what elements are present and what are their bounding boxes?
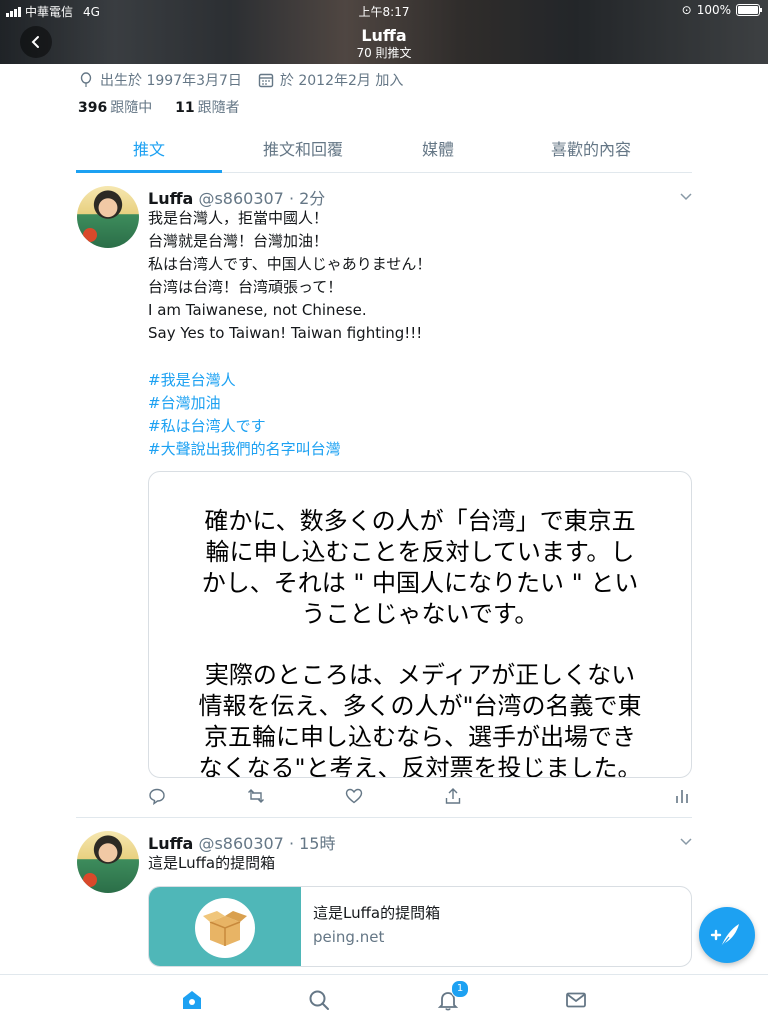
follow-stats: 396 跟隨中 11 跟隨者: [78, 97, 240, 117]
tweet-header: Luffa @s860307 · 2分: [148, 185, 325, 209]
compose-button[interactable]: [699, 907, 755, 963]
link-card[interactable]: 這是Luffa的提問箱 peing.net: [148, 886, 692, 967]
home-icon[interactable]: [181, 989, 203, 1011]
avatar[interactable]: [77, 186, 139, 248]
hashtag-link[interactable]: #我是台灣人: [148, 369, 236, 390]
chevron-down-icon[interactable]: [679, 189, 693, 203]
author-handle-time: @s860307 · 2分: [198, 189, 326, 208]
link-thumbnail: [149, 887, 301, 966]
compose-feather-icon: [710, 924, 739, 948]
share-icon[interactable]: [444, 787, 462, 805]
search-icon[interactable]: [308, 989, 330, 1011]
balloon-icon: [80, 72, 92, 87]
tweet-divider: [76, 817, 692, 818]
status-time: 上午8:17: [358, 5, 410, 19]
header-title: Luffa: [361, 26, 407, 45]
battery-label: 100%: [696, 3, 731, 17]
hashtag-link[interactable]: #大聲說出我們的名字叫台灣: [148, 438, 341, 459]
bottom-navigation: [0, 974, 768, 1025]
tweet-header: Luffa @s860307 · 15時: [148, 830, 335, 854]
followers-count: 11: [175, 100, 195, 116]
link-title: 這是Luffa的提問箱: [313, 904, 441, 922]
hashtag-link[interactable]: #台灣加油: [148, 392, 221, 413]
author-name[interactable]: Luffa: [148, 834, 193, 853]
tab-media[interactable]: 媒體: [386, 128, 490, 172]
calendar-icon: [258, 73, 274, 88]
author-name[interactable]: Luffa: [148, 189, 193, 208]
active-tab-indicator: [76, 170, 222, 173]
profile-tabs: 推文 推文和回覆 媒體 喜歡的內容: [76, 128, 692, 173]
following-count: 396: [78, 100, 108, 116]
tweet-image[interactable]: 確かに、数多くの人が「台湾」で東京五 輪に申し込むことを反対しています。し かし…: [148, 471, 692, 778]
tweet-actions: [148, 787, 693, 809]
analytics-icon[interactable]: [673, 787, 691, 805]
reply-icon[interactable]: [148, 787, 166, 805]
tab-tweets-replies[interactable]: 推文和回覆: [226, 128, 380, 172]
notification-badge: 1: [451, 980, 469, 998]
profile-meta: 出生於 1997年3月7日 於 2012年2月 加入: [78, 70, 403, 90]
chevron-down-icon[interactable]: [679, 834, 693, 848]
tweet-text: 我是台灣人，拒當中國人！ 台灣就是台灣！台灣加油！ 私は台湾人です、中国人じゃあ…: [148, 209, 432, 342]
retweet-icon[interactable]: [247, 787, 265, 805]
tweet-text: 這是Luffa的提問箱: [148, 854, 276, 872]
image-text-paragraph: 実際のところは、メディアが正しくない 情報を伝え、多くの人が"台湾の名義で東 京…: [198, 661, 642, 778]
following-link[interactable]: 396 跟隨中: [78, 100, 152, 116]
profile-header: 中華電信 4G 上午8:17 ⊙ 100% Luffa 70 則推文: [0, 0, 768, 64]
following-label: 跟隨中: [110, 100, 153, 116]
avatar[interactable]: [77, 831, 139, 893]
author-handle-time: @s860307 · 15時: [198, 834, 336, 853]
followers-label: 跟隨者: [197, 100, 240, 116]
battery-icon: [736, 4, 762, 16]
status-bar: 中華電信 4G 上午8:17 ⊙ 100%: [0, 0, 768, 20]
join-date: 於 2012年2月 加入: [279, 73, 404, 89]
messages-mail-icon[interactable]: [565, 989, 587, 1011]
tab-likes[interactable]: 喜歡的內容: [516, 128, 666, 172]
tab-tweets[interactable]: 推文: [76, 128, 222, 172]
tweet-count: 70 則推文: [356, 46, 412, 60]
followers-link[interactable]: 11 跟隨者: [175, 100, 239, 116]
rotation-lock-icon: ⊙: [681, 3, 692, 17]
link-domain: peing.net: [313, 928, 385, 946]
image-text-paragraph: 確かに、数多くの人が「台湾」で東京五 輪に申し込むことを反対しています。し かし…: [201, 507, 639, 628]
box-icon: [195, 898, 255, 958]
birth-date: 出生於 1997年3月7日: [100, 73, 242, 89]
like-icon[interactable]: [345, 787, 363, 805]
hashtag-link[interactable]: #私は台湾人です: [148, 415, 266, 436]
